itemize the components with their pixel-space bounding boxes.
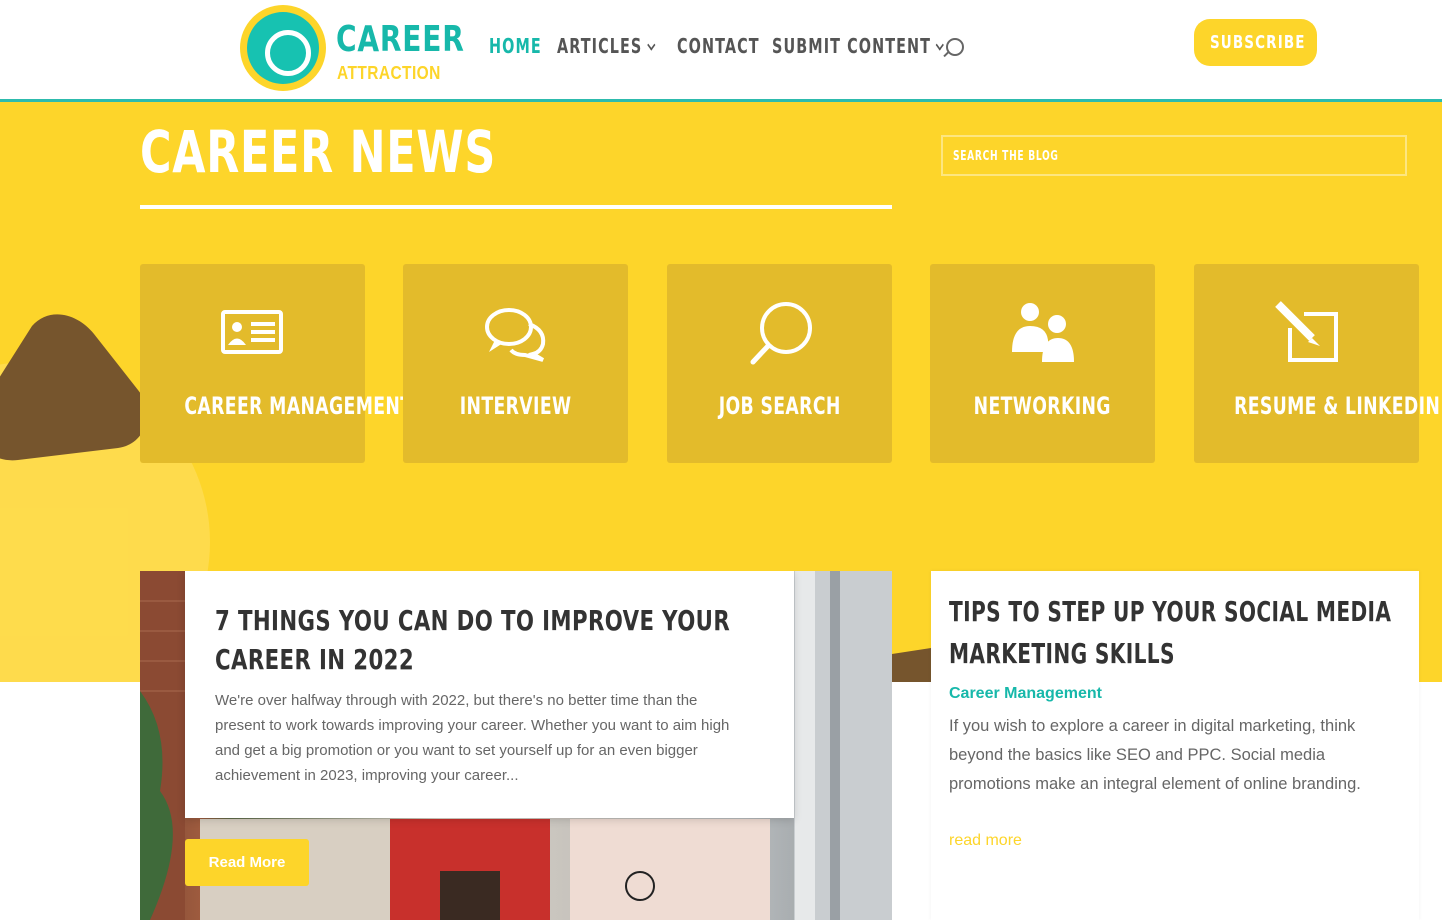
category-label: JOB SEARCH: [718, 392, 841, 420]
blog-search-placeholder: SEARCH THE BLOG: [953, 149, 1059, 164]
chat-bubbles-icon: [485, 308, 546, 362]
featured-post-title[interactable]: 7 THINGS YOU CAN DO TO IMPROVE YOUR CARE…: [215, 601, 755, 679]
featured-post-card: 7 THINGS YOU CAN DO TO IMPROVE YOUR CARE…: [185, 571, 794, 818]
category-label: INTERVIEW: [459, 392, 572, 420]
side-post-excerpt: If you wish to explore a career in digit…: [949, 717, 1361, 793]
magnifier-icon: [750, 302, 812, 365]
chevron-down-icon: [935, 39, 944, 51]
nav-item-submit-content[interactable]: SUBMIT CONTENT: [772, 34, 944, 58]
site-logo[interactable]: CAREER ATTRACTION: [240, 5, 470, 93]
people-icon: [1012, 303, 1074, 362]
title-divider: [140, 205, 892, 209]
search-icon[interactable]: [946, 38, 964, 56]
logo-mark-icon: [240, 5, 326, 91]
page-title: CAREER NEWS: [140, 118, 497, 186]
edit-icon: [1275, 301, 1338, 362]
featured-post: 7 THINGS YOU CAN DO TO IMPROVE YOUR CARE…: [140, 571, 892, 920]
category-label: CAREER MANAGEMENT: [184, 392, 413, 420]
side-post-category[interactable]: Career Management: [949, 685, 1102, 703]
category-label: RESUME & LINKEDIN: [1234, 392, 1441, 420]
nav-item-contact[interactable]: CONTACT: [677, 34, 760, 58]
logo-text-attraction: ATTRACTION: [337, 63, 441, 83]
site-header: CAREER ATTRACTION HOME ARTICLES CONTACT …: [0, 0, 1442, 102]
category-label: NETWORKING: [973, 392, 1112, 420]
logo-text-career: CAREER: [336, 19, 465, 60]
category-resume-linkedin[interactable]: RESUME & LINKEDIN: [1194, 264, 1441, 463]
id-card-icon: [221, 310, 283, 354]
category-job-search[interactable]: JOB SEARCH: [667, 264, 892, 463]
decorative-shape: [892, 648, 931, 682]
side-post: TIPS TO STEP UP YOUR SOCIAL MEDIA MARKET…: [931, 571, 1419, 920]
featured-post-excerpt: We're over halfway through with 2022, bu…: [215, 692, 730, 784]
subscribe-button[interactable]: SUBSCRIBE: [1194, 19, 1317, 66]
nav-item-articles[interactable]: ARTICLES: [557, 34, 656, 58]
read-more-button[interactable]: Read More: [185, 839, 309, 886]
blog-search-input[interactable]: SEARCH THE BLOG: [941, 135, 1407, 176]
chevron-down-icon: [646, 39, 656, 51]
category-career-management[interactable]: CAREER MANAGEMENT: [140, 264, 413, 463]
side-post-title[interactable]: TIPS TO STEP UP YOUR SOCIAL MEDIA MARKET…: [949, 591, 1395, 675]
category-interview[interactable]: INTERVIEW: [403, 264, 628, 463]
nav-item-home[interactable]: HOME: [489, 34, 542, 58]
read-more-link[interactable]: read more: [949, 832, 1022, 850]
category-networking[interactable]: NETWORKING: [930, 264, 1155, 463]
